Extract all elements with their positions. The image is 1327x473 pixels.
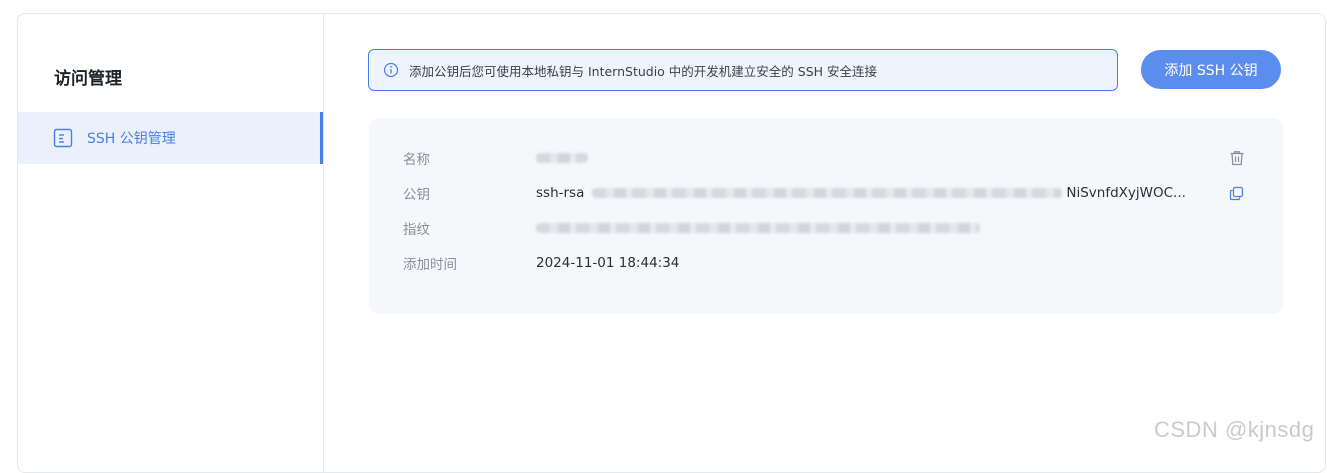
fingerprint-label: 指纹 [403, 222, 430, 238]
key-name-row: 名称 [403, 148, 588, 168]
added-time-value: 2024-11-01 18:44:34 [536, 255, 680, 271]
added-time-label: 添加时间 [403, 257, 457, 273]
add-ssh-key-button[interactable]: 添加 SSH 公钥 [1141, 50, 1281, 89]
copy-icon[interactable] [1229, 186, 1244, 201]
redacted-fingerprint [536, 223, 980, 233]
document-list-icon [53, 128, 73, 148]
added-time-row: 添加时间 2024-11-01 18:44:34 [403, 253, 679, 273]
info-circle-icon [383, 62, 399, 78]
key-visible-tail: NiSvnfdXyjWOC... [1066, 185, 1186, 201]
ssh-key-card: 名称 公钥 ssh-rsa NiSvnfdXyjWOC... 指纹 添加时间 2… [369, 118, 1283, 314]
key-prefix: ssh-rsa [536, 185, 585, 201]
public-key-label: 公钥 [403, 187, 430, 203]
redacted-key-name [536, 153, 588, 163]
sidebar-item-ssh-keys[interactable]: SSH 公钥管理 [18, 112, 323, 164]
redacted-public-key [592, 188, 1063, 198]
public-key-row: 公钥 ssh-rsa NiSvnfdXyjWOC... [403, 183, 1186, 203]
app-frame: 访问管理 SSH 公钥管理 添加公钥后您可使用本地私钥与 InternStudi… [17, 13, 1326, 473]
sidebar: 访问管理 SSH 公钥管理 [18, 14, 324, 472]
main-panel: 添加公钥后您可使用本地私钥与 InternStudio 中的开发机建立安全的 S… [324, 14, 1325, 472]
trash-icon[interactable] [1228, 149, 1246, 167]
notice-text: 添加公钥后您可使用本地私钥与 InternStudio 中的开发机建立安全的 S… [409, 63, 878, 79]
sidebar-title: 访问管理 [54, 69, 122, 89]
fingerprint-row: 指纹 [403, 218, 980, 238]
sidebar-item-label: SSH 公钥管理 [87, 131, 176, 147]
watermark: CSDN @kjnsdg [1154, 417, 1315, 442]
name-label: 名称 [403, 152, 430, 168]
info-notice: 添加公钥后您可使用本地私钥与 InternStudio 中的开发机建立安全的 S… [368, 49, 1118, 91]
